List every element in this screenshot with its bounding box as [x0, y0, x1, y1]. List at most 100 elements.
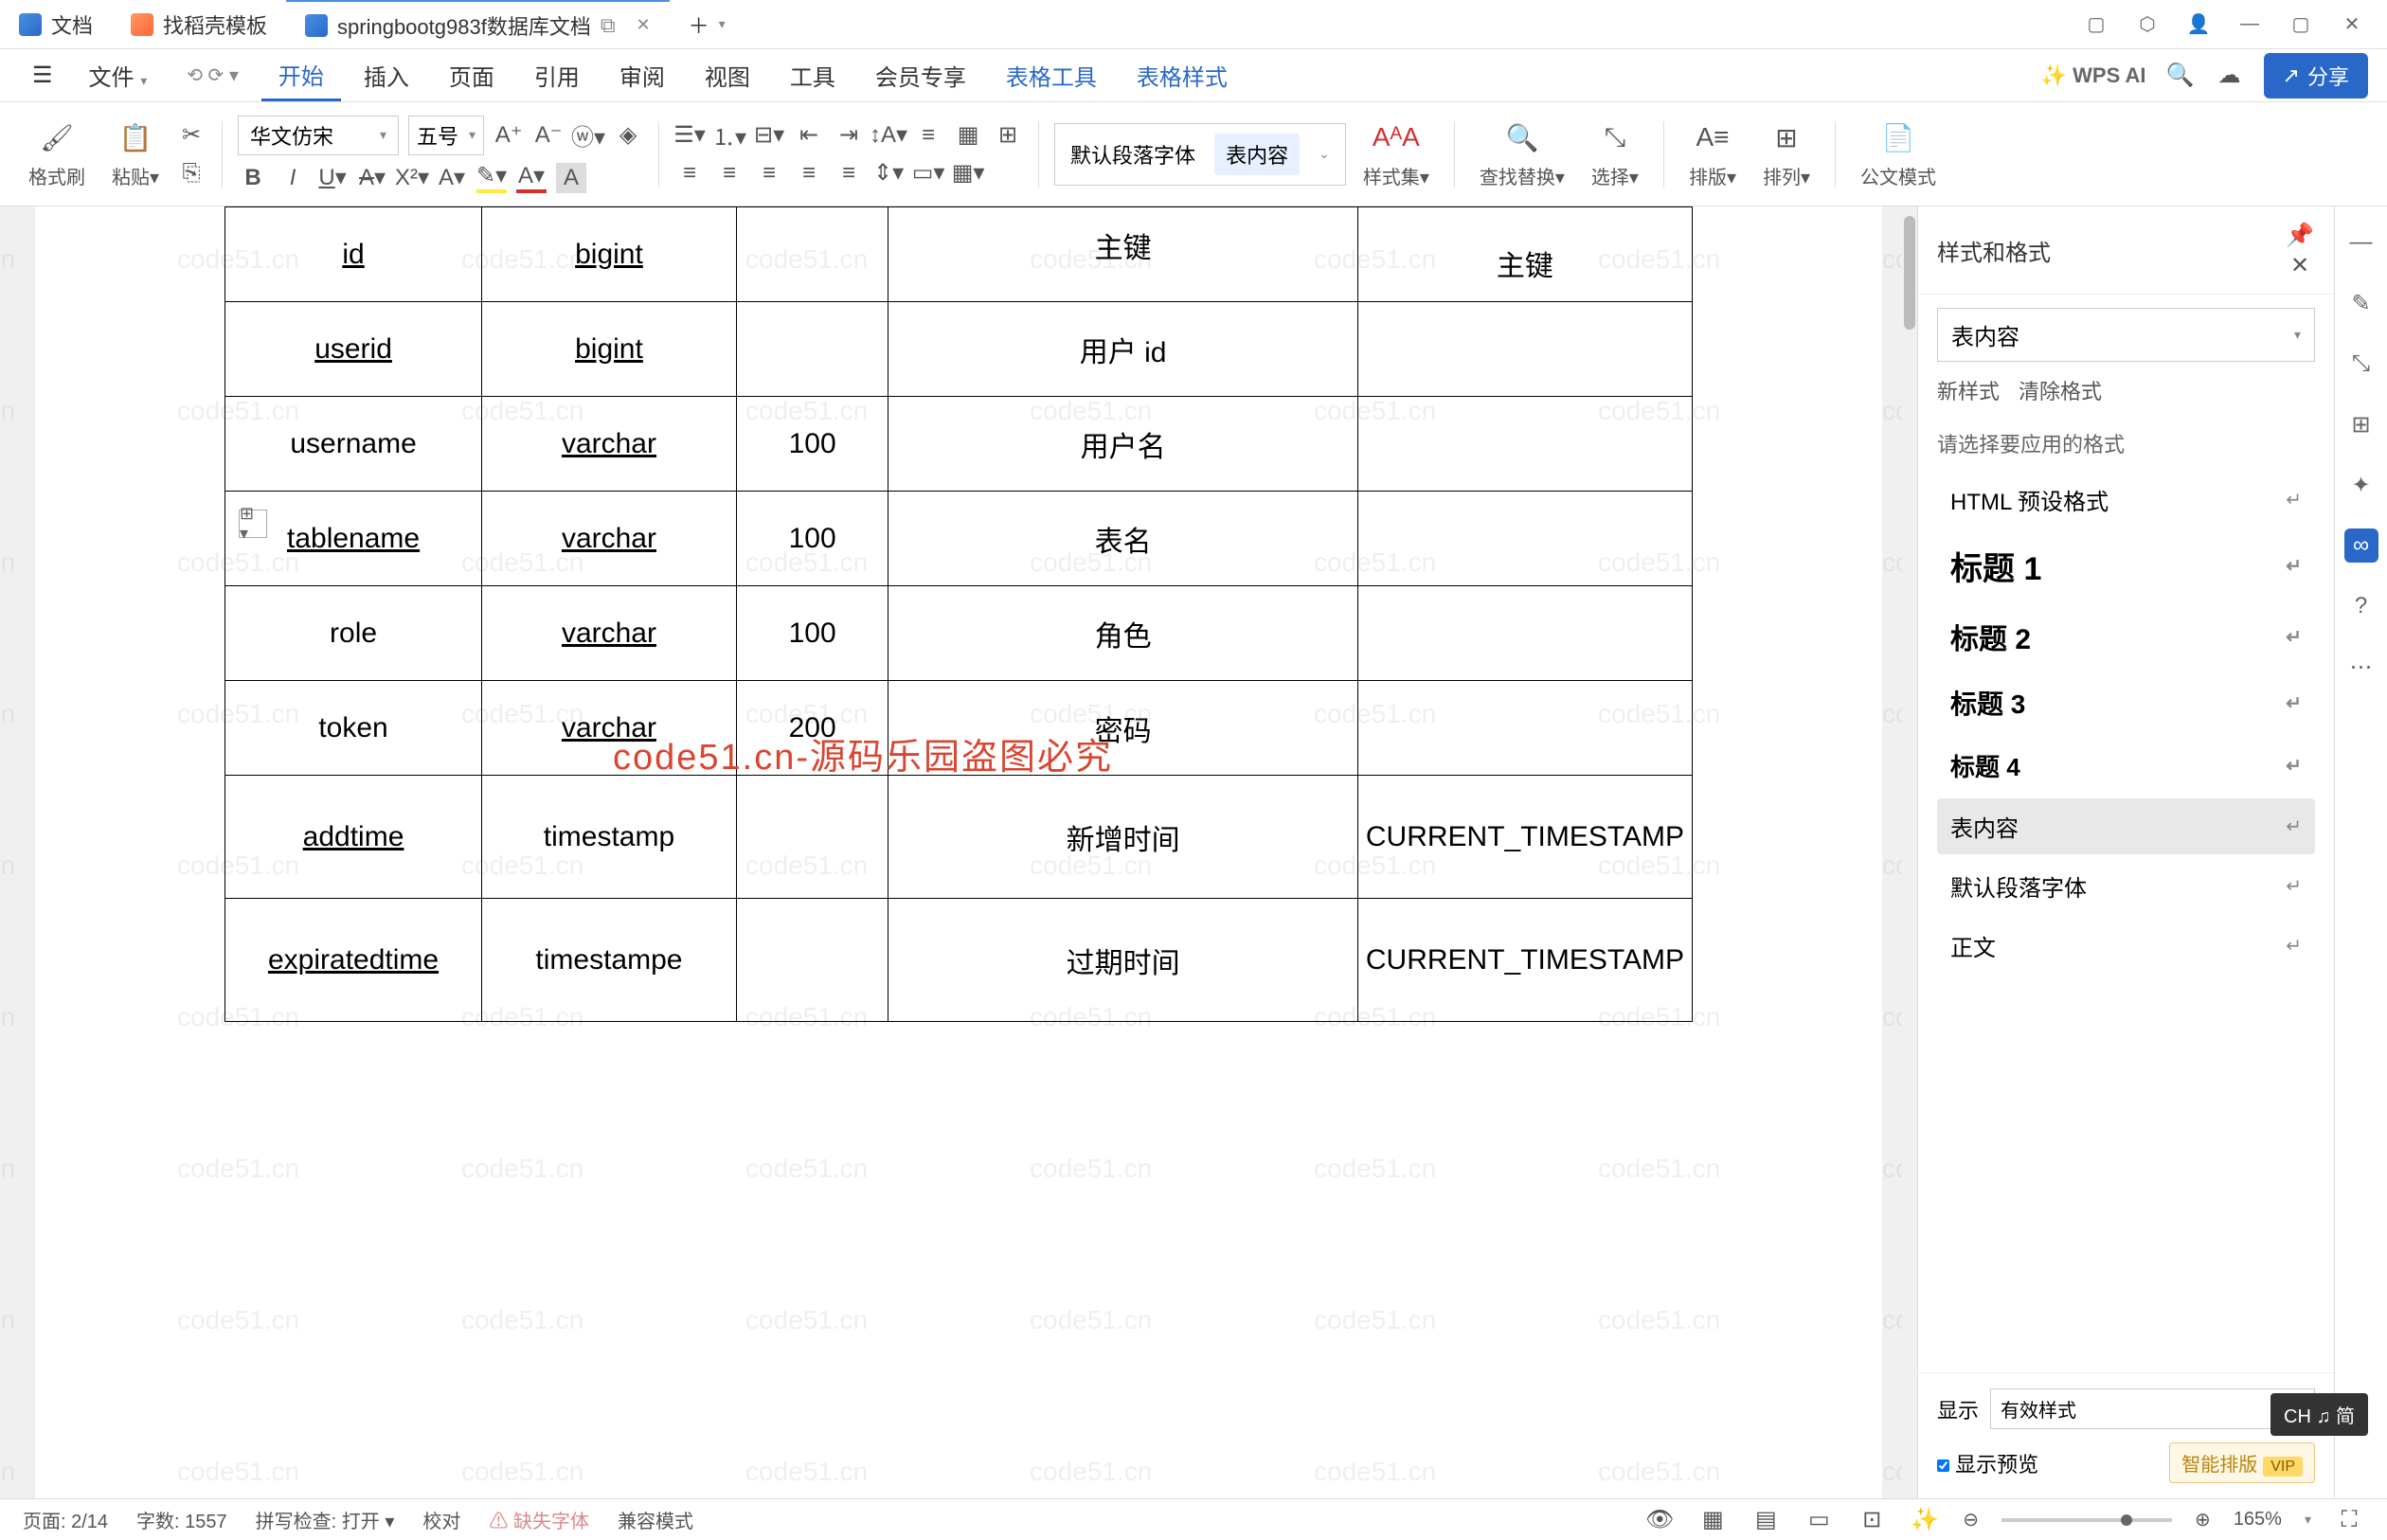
font-size-select[interactable]: 五号▾	[408, 116, 484, 155]
underline-icon[interactable]: U▾	[317, 163, 348, 193]
table-cell[interactable]: 100	[736, 492, 888, 586]
strike-icon[interactable]: A▾	[357, 163, 387, 193]
table-cell[interactable]: 用户名	[888, 397, 1357, 492]
style-item[interactable]: 默认段落字体↵	[1937, 858, 2315, 914]
copy-icon[interactable]: ⎘	[176, 158, 206, 188]
table-cell[interactable]: userid	[225, 302, 482, 397]
table-row[interactable]: useridbigint用户 id	[225, 302, 1693, 397]
edge-minimize-icon[interactable]: —	[2344, 225, 2378, 260]
table-cell[interactable]	[736, 776, 888, 899]
gallery-expand-icon[interactable]: ⌄	[1319, 146, 1330, 162]
menu-home[interactable]: 开始	[261, 50, 341, 101]
menu-table-tools[interactable]: 表格工具	[989, 51, 1114, 99]
table-cell[interactable]: timestamp	[482, 776, 737, 899]
menu-page[interactable]: 页面	[432, 51, 512, 99]
status-eye-icon[interactable]: 👁	[1644, 1505, 1675, 1535]
menu-insert[interactable]: 插入	[347, 51, 426, 99]
style-item[interactable]: HTML 预设格式↵	[1937, 472, 2315, 528]
app-icon-2[interactable]: ⬡	[2136, 13, 2159, 36]
phonetic-icon[interactable]: ⓦ▾	[573, 120, 603, 151]
status-view1-icon[interactable]: ▦	[1697, 1505, 1728, 1535]
status-view3-icon[interactable]: ▭	[1804, 1505, 1834, 1535]
align-icon-1[interactable]: ≡	[913, 120, 943, 151]
vertical-scrollbar[interactable]	[1902, 206, 1917, 1498]
edge-pen-icon[interactable]: ✎	[2344, 286, 2378, 320]
cut-icon[interactable]: ✂	[176, 120, 206, 151]
menu-view[interactable]: 视图	[688, 51, 767, 99]
text-direction-icon[interactable]: ↕A▾	[873, 120, 904, 151]
table-cell[interactable]: tablename	[225, 492, 482, 586]
bullet-list-icon[interactable]: ☰▾	[674, 120, 705, 151]
style-selected[interactable]: 表内容	[1214, 134, 1300, 175]
status-proof[interactable]: 校对	[422, 1506, 460, 1533]
wps-ai-button[interactable]: ✨ WPS AI	[2041, 63, 2146, 88]
fullscreen-icon[interactable]: ⛶	[2334, 1505, 2364, 1535]
align-justify-icon[interactable]: ≡	[794, 158, 824, 188]
menu-tools[interactable]: 工具	[773, 51, 852, 99]
zoom-level[interactable]: 165%	[2234, 1509, 2282, 1531]
font-color-icon[interactable]: A▾	[516, 163, 547, 193]
table-row[interactable]: tokenvarchar200密码	[225, 681, 1693, 776]
table-cell[interactable]: 200	[736, 681, 888, 776]
avatar[interactable]: 👤	[2187, 13, 2210, 36]
hamburger-icon[interactable]: ☰	[19, 54, 66, 97]
multilevel-icon[interactable]: ⊟▾	[754, 120, 784, 151]
database-table[interactable]: idbigint主键主键useridbigint用户 idusernamevar…	[224, 206, 1693, 1022]
table-cell[interactable]: 新增时间	[888, 776, 1357, 899]
official-mode-group[interactable]: 📄 公文模式	[1851, 118, 1946, 189]
paragraph-style-gallery[interactable]: 默认段落字体 表内容 ⌄	[1054, 123, 1346, 186]
menu-member[interactable]: 会员专享	[858, 51, 983, 99]
minimize-button[interactable]: —	[2238, 13, 2261, 36]
style-item[interactable]: 标题 3↵	[1937, 672, 2315, 733]
shading-icon[interactable]: ▭▾	[913, 158, 943, 188]
new-style-button[interactable]: 新样式	[1937, 375, 2000, 405]
font-grow-icon[interactable]: A⁺	[494, 120, 524, 151]
style-item[interactable]: 标题 4↵	[1937, 737, 2315, 795]
menu-table-style[interactable]: 表格样式	[1120, 51, 1245, 99]
chevron-down-icon[interactable]: ▾	[719, 16, 726, 32]
edge-help-icon[interactable]: ?	[2344, 589, 2378, 623]
table-cell[interactable]: varchar	[482, 681, 737, 776]
table-cell[interactable]: 主键	[1357, 207, 1692, 302]
new-tab-button[interactable]: ＋ ▾	[670, 0, 745, 48]
status-view4-icon[interactable]: ⊡	[1857, 1505, 1887, 1535]
maximize-button[interactable]: ▢	[2289, 13, 2312, 36]
scrollbar-thumb[interactable]	[1904, 216, 1915, 330]
outdent-icon[interactable]: ⇤	[794, 120, 824, 151]
table-cell[interactable]: 100	[736, 586, 888, 681]
font-name-select[interactable]: 华文仿宋▾	[238, 116, 399, 155]
tab-docs[interactable]: 文档	[0, 0, 112, 48]
table-cell[interactable]	[1357, 586, 1692, 681]
table-cell[interactable]: timestampe	[482, 899, 737, 1022]
status-ai-icon[interactable]: ✨	[1910, 1505, 1940, 1535]
table-cell[interactable]	[736, 207, 888, 302]
tab-current-doc[interactable]: springbootg983f数据库文档 ⧉ ✕	[286, 0, 670, 48]
table-row[interactable]: idbigint主键主键	[225, 207, 1693, 302]
table-cell[interactable]: bigint	[482, 302, 737, 397]
table-cell[interactable]: CURRENT_TIMESTAMP	[1357, 899, 1692, 1022]
style-default[interactable]: 默认段落字体	[1070, 139, 1195, 170]
line-spacing-icon[interactable]: ⇕▾	[873, 158, 904, 188]
status-missing-font[interactable]: ⚠ 缺失字体	[489, 1506, 589, 1533]
table-cell[interactable]: 角色	[888, 586, 1357, 681]
paste-group[interactable]: 📋 粘贴▾	[102, 118, 169, 189]
smart-layout-button[interactable]: 智能排版VIP	[2169, 1442, 2315, 1483]
font-effect-icon[interactable]: A▾	[437, 163, 467, 193]
highlight-icon[interactable]: ✎▾	[476, 163, 507, 193]
table-cell[interactable]: 主键	[888, 207, 1357, 302]
cloud-icon[interactable]: ☁	[2215, 61, 2245, 91]
edge-link-icon[interactable]: ∞	[2344, 528, 2378, 563]
style-item[interactable]: 表内容↵	[1937, 798, 2315, 854]
table-row[interactable]: expiratedtimetimestampe过期时间CURRENT_TIMES…	[225, 899, 1693, 1022]
search-icon[interactable]: 🔍	[2165, 61, 2196, 91]
app-icon-1[interactable]: ▢	[2085, 13, 2108, 36]
align-center-icon[interactable]: ≡	[714, 158, 745, 188]
table-row[interactable]: usernamevarchar100用户名	[225, 397, 1693, 492]
align-icon-3[interactable]: ⊞	[993, 120, 1023, 151]
table-cell[interactable]: 100	[736, 397, 888, 492]
show-filter-select[interactable]: 有效样式	[1990, 1388, 2315, 1429]
table-cell[interactable]: 表名	[888, 492, 1357, 586]
table-row[interactable]: rolevarchar100角色	[225, 586, 1693, 681]
table-cell[interactable]: varchar	[482, 586, 737, 681]
status-view2-icon[interactable]: ▤	[1750, 1505, 1781, 1535]
